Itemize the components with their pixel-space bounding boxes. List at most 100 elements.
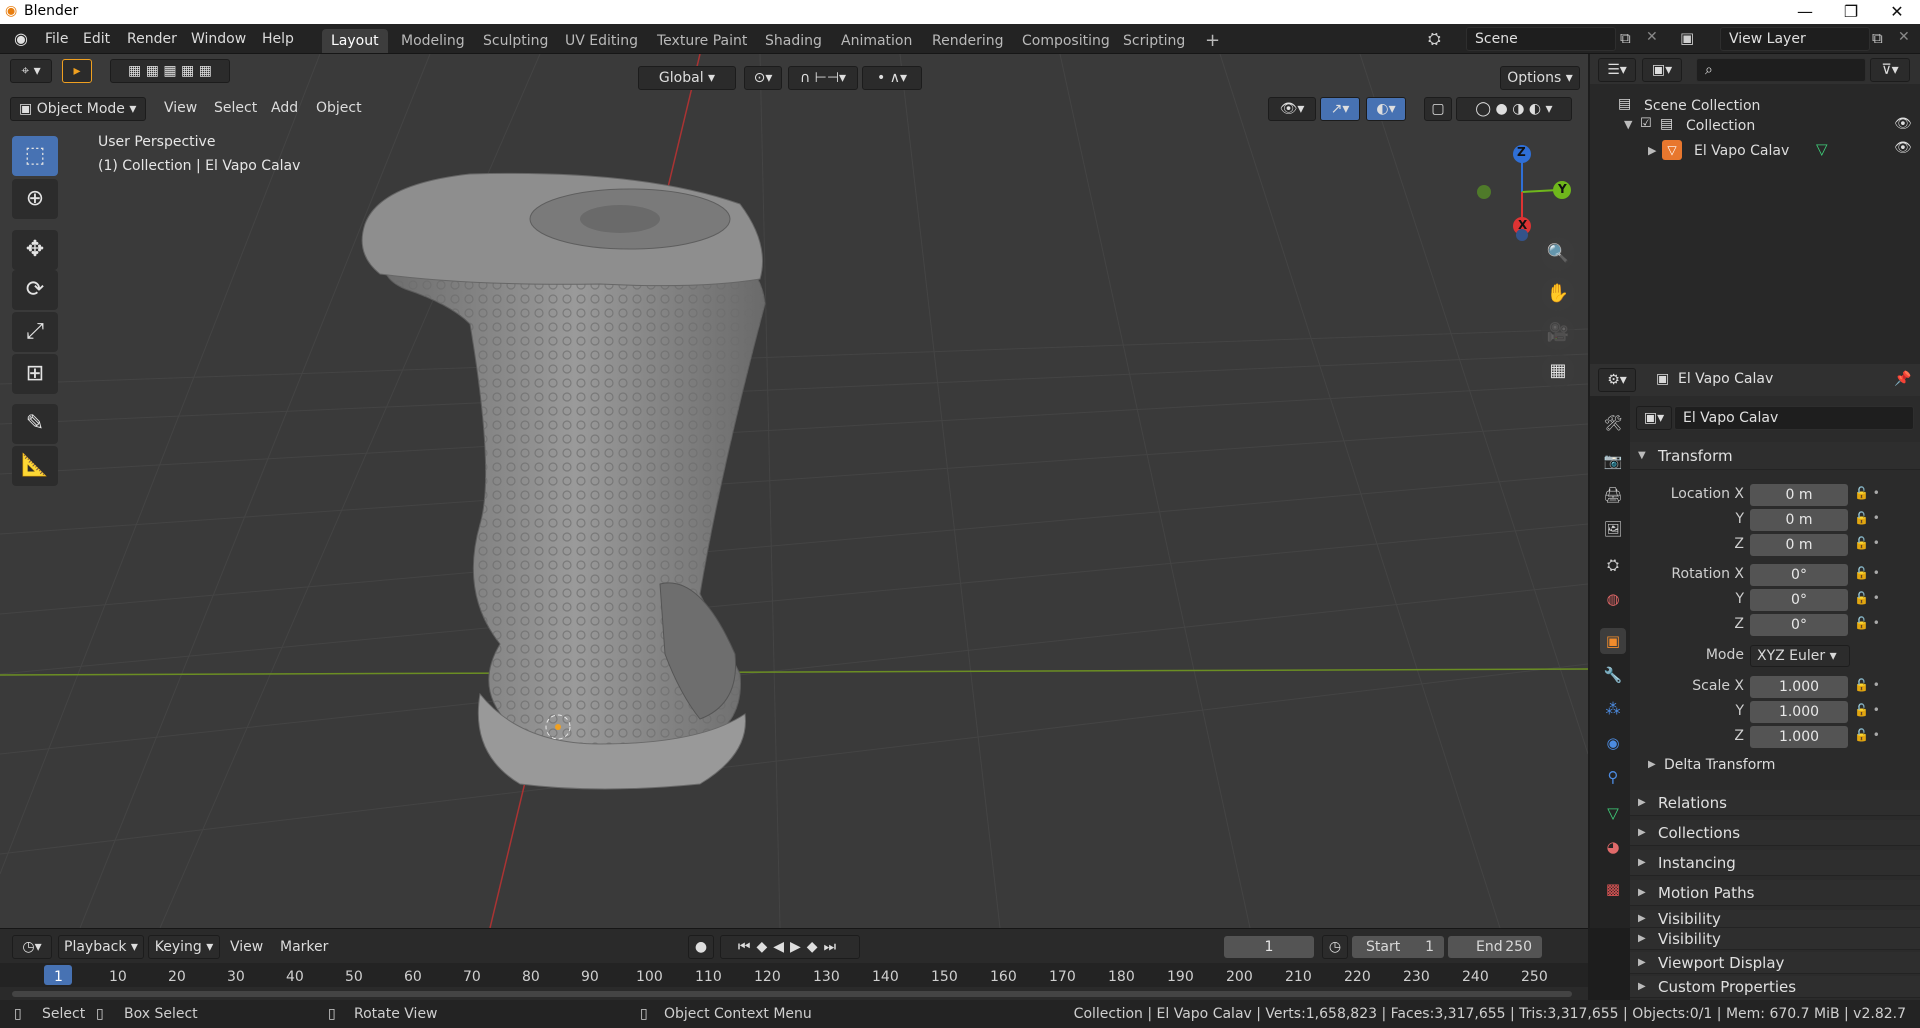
object-type-icon[interactable]: ▣▾ <box>1636 406 1672 430</box>
outliner-editor-type-icon[interactable]: ☰▾ <box>1598 58 1636 82</box>
view-layer-field[interactable]: View Layer <box>1720 27 1870 51</box>
measure-tool-icon[interactable]: 📐 <box>12 446 58 486</box>
scale-y-field[interactable]: 1.000 <box>1750 701 1848 723</box>
world-tab-icon[interactable]: ◍ <box>1600 586 1626 612</box>
preview-range-icon[interactable]: ◷ <box>1322 935 1348 959</box>
scale-tool-icon[interactable]: ⤢ <box>12 312 58 352</box>
object-name-field[interactable]: El Vapo Calav <box>1674 406 1914 430</box>
tab-compositing[interactable]: Compositing <box>1013 29 1119 53</box>
lock-icon[interactable]: 🔓 • <box>1854 678 1880 692</box>
overlays-toggle-icon[interactable]: ◐▾ <box>1366 97 1406 121</box>
ortho-grid-icon[interactable]: ▦ <box>1541 354 1575 388</box>
annotate-tool-icon[interactable]: ✎ <box>12 404 58 444</box>
menu-edit[interactable]: Edit <box>83 31 110 47</box>
properties-editor-type-icon[interactable]: ⚙▾ <box>1598 368 1636 392</box>
outliner-object[interactable]: El Vapo Calav <box>1694 143 1789 159</box>
lock-icon[interactable]: 🔓 • <box>1854 486 1880 500</box>
rotate-tool-icon[interactable]: ⟳ <box>12 270 58 310</box>
restore-button[interactable]: ❐ <box>1828 0 1874 24</box>
lock-icon[interactable]: 🔓 • <box>1854 728 1880 742</box>
3d-viewport[interactable]: ⌖ ▾ ▸ ▦ ▦ ▦ ▦ ▦ Global ▾ ⊙▾ ∩ ⊢⊣▾ • ∧▾ O… <box>0 54 1588 928</box>
editor-type-button[interactable]: ⌖ ▾ <box>10 59 52 83</box>
viewport-display-panel-header[interactable]: ▶ Viewport Display <box>1630 952 1920 974</box>
tab-scripting[interactable]: Scripting <box>1114 29 1194 53</box>
outliner-display-mode-icon[interactable]: ▣▾ <box>1642 58 1682 82</box>
zoom-icon[interactable]: 🔍 <box>1541 237 1575 271</box>
outliner-filter-icon[interactable]: ⊽▾ <box>1870 58 1910 82</box>
tab-uv-editing[interactable]: UV Editing <box>556 29 647 53</box>
new-view-layer-icon[interactable]: ⧉ <box>1872 29 1883 47</box>
visibility-icon[interactable]: 👁▾ <box>1268 97 1316 121</box>
lock-icon[interactable]: 🔓 • <box>1854 511 1880 525</box>
remove-view-layer-icon[interactable]: ✕ <box>1898 29 1910 45</box>
transform-tool-icon[interactable]: ⊞ <box>12 354 58 394</box>
visibility-panel-header[interactable]: ▶ Visibility <box>1630 910 1920 928</box>
collections-panel-header[interactable]: ▶ Collections <box>1630 820 1920 846</box>
pin-icon[interactable]: 📌 <box>1894 371 1911 387</box>
lock-icon[interactable]: 🔓 • <box>1854 566 1880 580</box>
end-frame-field[interactable]: End 250 <box>1448 936 1542 958</box>
delta-transform-subpanel[interactable]: Delta Transform <box>1664 757 1775 773</box>
timeline-menu-view[interactable]: View <box>230 939 263 955</box>
modifier-tab-icon[interactable]: 🔧 <box>1600 662 1626 688</box>
rotation-z-field[interactable]: 0° <box>1750 614 1848 636</box>
scale-x-field[interactable]: 1.000 <box>1750 676 1848 698</box>
scene-tab-icon[interactable]: ⛭ <box>1600 552 1626 578</box>
selection-mode-buttons[interactable]: ▦ ▦ ▦ ▦ ▦ <box>110 59 230 83</box>
gizmo-toggle-icon[interactable]: ↗▾ <box>1320 97 1360 121</box>
tab-modeling[interactable]: Modeling <box>392 29 474 53</box>
move-tool-icon[interactable]: ✥ <box>12 230 58 270</box>
viewport-menu-select[interactable]: Select <box>214 100 257 116</box>
scene-selector-icon[interactable]: ⛭ <box>1428 29 1441 49</box>
tab-layout[interactable]: Layout <box>322 29 388 53</box>
texture-tab-icon[interactable]: ▩ <box>1600 876 1626 902</box>
scene-name-field[interactable]: Scene <box>1466 27 1616 51</box>
playback-menu[interactable]: Playback ▾ <box>58 935 144 959</box>
menu-help[interactable]: Help <box>262 31 294 47</box>
physics-tab-icon[interactable]: ◉ <box>1600 730 1626 756</box>
outliner-collection[interactable]: Collection <box>1686 118 1755 134</box>
tab-texture-paint[interactable]: Texture Paint <box>648 29 756 53</box>
lock-icon[interactable]: 🔓 • <box>1854 616 1880 630</box>
instancing-panel-header[interactable]: ▶ Instancing <box>1630 850 1920 876</box>
object-tab-icon[interactable]: ▣ <box>1600 628 1626 654</box>
location-z-field[interactable]: 0 m <box>1750 534 1848 556</box>
rotation-x-field[interactable]: 0° <box>1750 564 1848 586</box>
relations-panel-header[interactable]: ▶ Relations <box>1630 790 1920 816</box>
constraints-tab-icon[interactable]: ⚲ <box>1600 764 1626 790</box>
rotation-mode-dropdown[interactable]: XYZ Euler ▾ <box>1750 645 1850 667</box>
tab-rendering[interactable]: Rendering <box>923 29 1013 53</box>
menu-render[interactable]: Render <box>127 31 177 47</box>
tab-sculpting[interactable]: Sculpting <box>474 29 557 53</box>
lock-icon[interactable]: 🔓 • <box>1854 591 1880 605</box>
viewport-menu-view[interactable]: View <box>164 100 197 116</box>
timeline-menu-marker[interactable]: Marker <box>280 939 328 955</box>
blender-menu-icon[interactable]: ◉ <box>14 29 28 48</box>
tab-shading[interactable]: Shading <box>756 29 831 53</box>
pan-hand-icon[interactable]: ✋ <box>1541 277 1575 311</box>
playback-controls[interactable]: ⏮◆◀▶◆⏭ <box>720 935 860 959</box>
viewport-menu-add[interactable]: Add <box>271 100 298 116</box>
current-frame-field[interactable]: 1 <box>1224 936 1314 958</box>
outliner-scene-collection[interactable]: Scene Collection <box>1644 98 1760 114</box>
collection-checkbox-icon[interactable]: ☑ <box>1640 116 1652 131</box>
snapping-controls[interactable]: ∩ ⊢⊣▾ <box>788 66 858 90</box>
cursor-tool-icon[interactable]: ⊕ <box>12 179 58 219</box>
lock-icon[interactable]: 🔓 • <box>1854 536 1880 550</box>
location-x-field[interactable]: 0 m <box>1750 484 1848 506</box>
keying-menu[interactable]: Keying ▾ <box>148 935 220 959</box>
visibility-panel-row[interactable]: ▶ Visibility <box>1630 928 1920 950</box>
minimize-button[interactable]: — <box>1782 0 1828 24</box>
view-layer-selector-icon[interactable]: ▣ <box>1680 29 1694 47</box>
material-tab-icon[interactable]: ◕ <box>1600 834 1626 860</box>
mode-dropdown[interactable]: ▣ Object Mode ▾ <box>10 97 146 121</box>
render-tab-icon[interactable]: 📷 <box>1600 448 1626 474</box>
scale-z-field[interactable]: 1.000 <box>1750 726 1848 748</box>
mesh-data-icon[interactable]: ▽ <box>1816 140 1828 158</box>
collection-visibility-eye-icon[interactable]: 👁 <box>1894 116 1912 132</box>
menu-window[interactable]: Window <box>191 31 246 47</box>
custom-properties-panel-header[interactable]: ▶ Custom Properties <box>1630 976 1920 998</box>
menu-file[interactable]: File <box>45 31 68 47</box>
shading-mode-buttons[interactable]: ◯ ● ◑ ◐ ▾ <box>1456 97 1572 121</box>
view-layer-tab-icon[interactable]: 🖼 <box>1600 516 1626 542</box>
